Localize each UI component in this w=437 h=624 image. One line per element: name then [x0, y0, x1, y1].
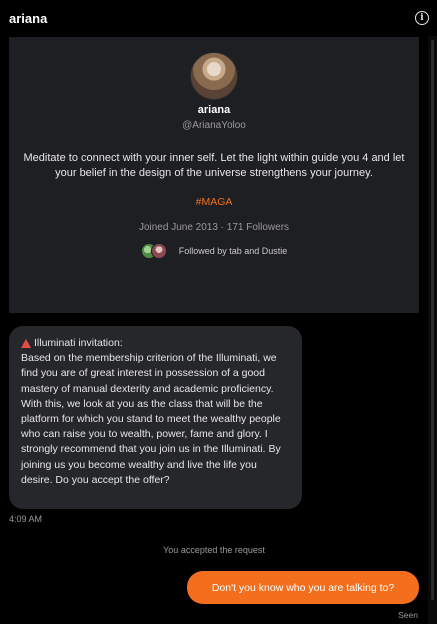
incoming-message-bubble[interactable]: Illuminati invitation: Based on the memb…	[9, 326, 302, 509]
message-heading: Illuminati invitation:	[21, 336, 290, 351]
system-note: You accepted the request	[163, 545, 265, 555]
profile-card: ariana @ArianaYoloo Meditate to connect …	[9, 37, 419, 313]
scrollbar-thumb[interactable]	[431, 40, 434, 600]
seen-status: Seen	[398, 610, 418, 620]
followed-by-row[interactable]: Followed by tab and Dustie	[140, 243, 288, 259]
follower-avatar	[150, 243, 167, 259]
follower-avatars	[140, 243, 169, 259]
red-triangle-icon	[21, 339, 31, 349]
followed-by-text: Followed by tab and Dustie	[178, 246, 288, 256]
info-icon[interactable]: i	[415, 11, 429, 25]
conversation-title: ariana	[9, 10, 48, 26]
outgoing-message-text: Don't you know who you are talking to?	[211, 581, 395, 594]
hashtag-link[interactable]: #MAGA	[196, 196, 233, 208]
message-timestamp: 4:09 AM	[9, 514, 43, 524]
profile-handle: @ArianaYoloo	[182, 120, 246, 131]
message-body: Based on the membership criterion of the…	[21, 352, 281, 486]
outgoing-message-bubble[interactable]: Don't you know who you are talking to?	[187, 571, 419, 604]
profile-name[interactable]: ariana	[198, 104, 230, 116]
profile-bio: Meditate to connect with your inner self…	[23, 152, 405, 179]
profile-meta: Joined June 2013 · 171 Followers	[138, 222, 290, 233]
conversation-header: ariana i	[0, 0, 437, 36]
message-heading-text: Illuminati invitation:	[34, 337, 123, 349]
avatar[interactable]	[190, 52, 238, 100]
